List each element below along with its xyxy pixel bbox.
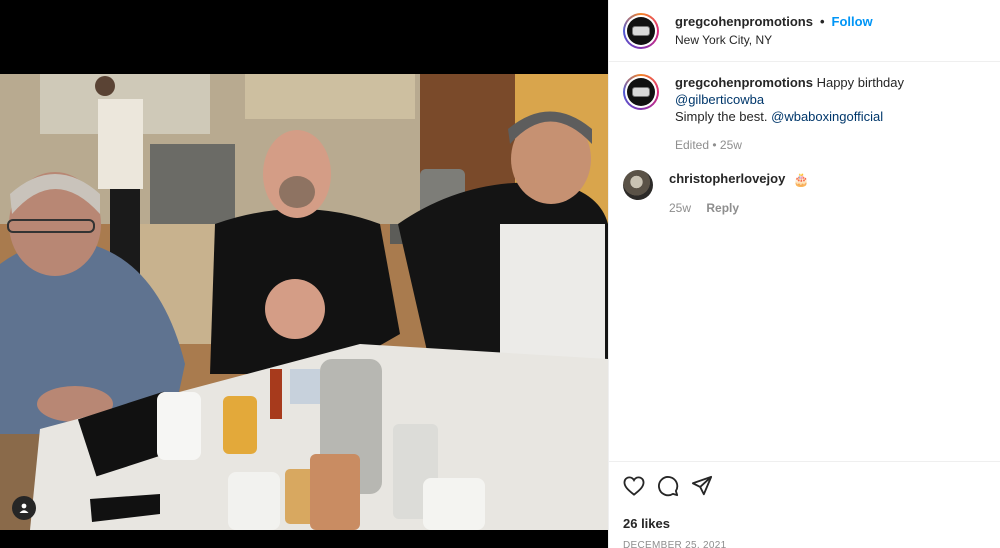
header-username[interactable]: gregcohenpromotions <box>675 14 813 29</box>
header-text: gregcohenpromotions • Follow New York Ci… <box>675 14 873 47</box>
brand-logo <box>627 78 655 106</box>
comment-body: christopherlovejoy 🎂 25w Reply <box>669 170 809 217</box>
post-panel: gregcohenpromotions • Follow New York Ci… <box>608 0 1000 548</box>
action-bar: 26 likes DECEMBER 25, 2021 <box>609 461 1000 548</box>
post-photo[interactable] <box>0 74 608 530</box>
separator: • <box>819 14 825 29</box>
share-button[interactable] <box>691 475 713 497</box>
avatar-frame <box>625 76 657 108</box>
brand-logo <box>627 16 655 45</box>
mention-link[interactable]: @wbaboxingofficial <box>771 109 883 124</box>
logo-mark <box>632 25 650 36</box>
caption-avatar[interactable] <box>623 74 659 110</box>
restaurant-photo <box>0 74 608 530</box>
post-header: gregcohenpromotions • Follow New York Ci… <box>609 0 1000 62</box>
reply-button[interactable]: Reply <box>706 201 739 215</box>
caption-text-1: Happy birthday <box>816 75 905 90</box>
caption-meta: Edited • 25w <box>675 138 742 152</box>
header-row: gregcohenpromotions • Follow <box>675 14 873 29</box>
comment-meta: 25w Reply <box>669 200 809 217</box>
caption-body: gregcohenpromotions Happy birthday @gilb… <box>675 74 984 154</box>
caption-username[interactable]: gregcohenpromotions <box>675 75 813 90</box>
tagged-users-button[interactable] <box>12 496 36 520</box>
post-date[interactable]: DECEMBER 25, 2021 <box>623 540 986 548</box>
location-link[interactable]: New York City, NY <box>675 33 873 47</box>
heart-icon <box>623 476 645 496</box>
share-icon <box>691 475 713 496</box>
follow-button[interactable]: Follow <box>832 14 873 29</box>
comment-icon <box>658 476 679 497</box>
comment-time: 25w <box>669 201 692 215</box>
comment-text: christopherlovejoy 🎂 <box>669 170 809 188</box>
comment-button[interactable] <box>657 475 679 497</box>
caption-text-2: Simply the best. <box>675 109 768 124</box>
avatar-frame <box>625 14 657 47</box>
post-media <box>0 0 608 548</box>
like-button[interactable] <box>623 476 645 496</box>
cake-emoji: 🎂 <box>792 172 810 187</box>
profile-avatar[interactable] <box>623 12 659 49</box>
likes-count[interactable]: 26 likes <box>623 516 986 531</box>
comment: christopherlovejoy 🎂 25w Reply <box>623 170 984 217</box>
commenter-avatar[interactable] <box>623 170 653 200</box>
comment-username[interactable]: christopherlovejoy <box>669 171 785 186</box>
logo-mark <box>632 87 650 97</box>
caption: gregcohenpromotions Happy birthday @gilb… <box>623 74 984 154</box>
action-icons <box>623 474 986 498</box>
user-icon <box>19 503 29 513</box>
instagram-post: gregcohenpromotions • Follow New York Ci… <box>0 0 1000 548</box>
comments-section: gregcohenpromotions Happy birthday @gilb… <box>609 62 1000 217</box>
mention-link[interactable]: @gilberticowba <box>675 92 764 107</box>
caption-text: gregcohenpromotions Happy birthday @gilb… <box>675 74 984 125</box>
